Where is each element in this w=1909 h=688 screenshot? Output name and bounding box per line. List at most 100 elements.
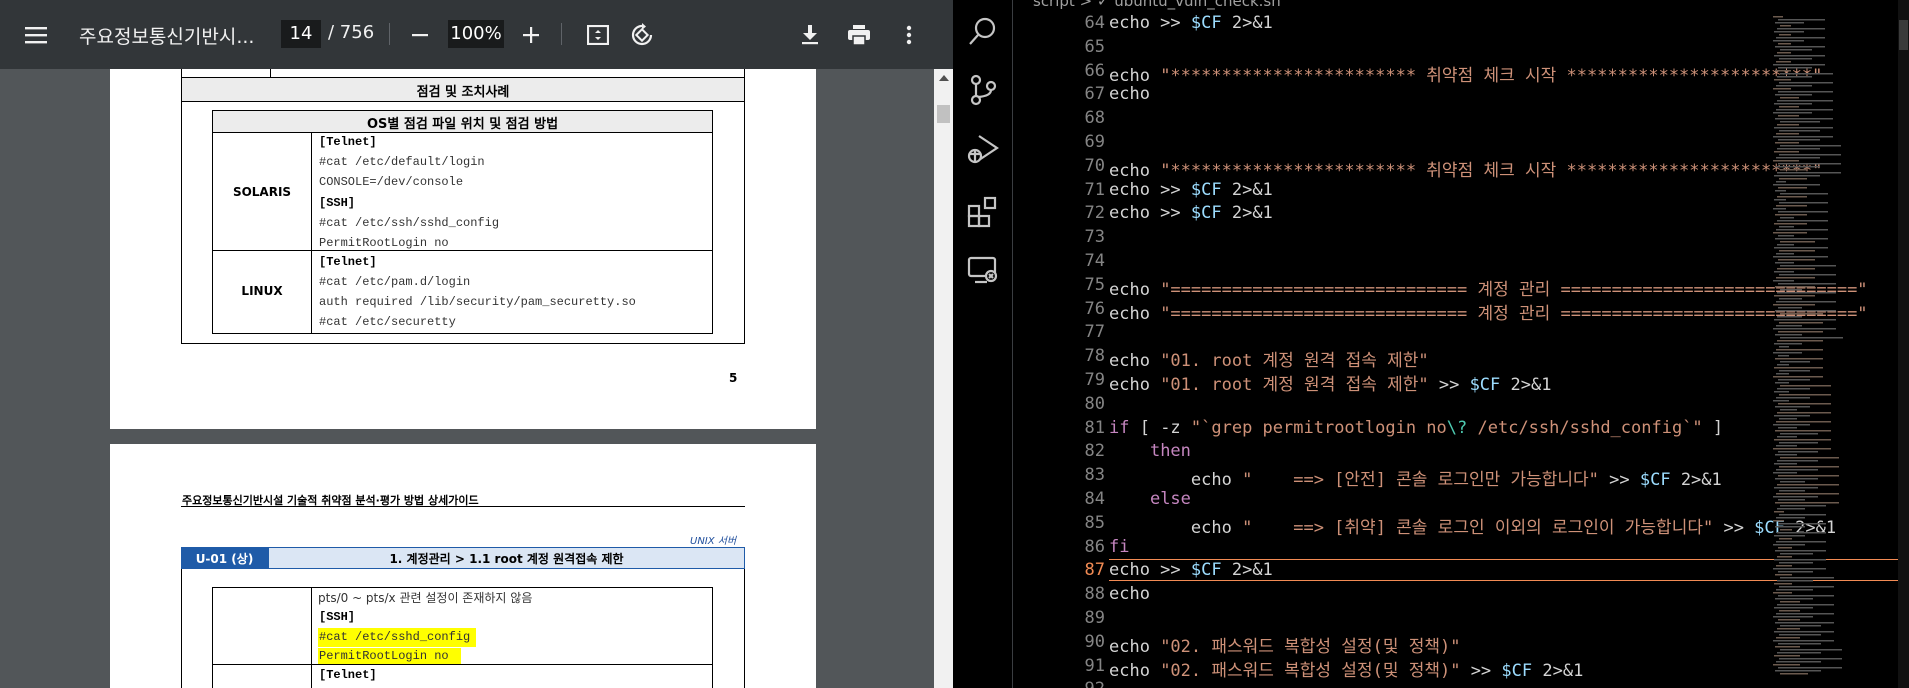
line-number: 88	[1084, 584, 1105, 605]
zoom-input[interactable]: 100%	[448, 20, 504, 48]
minimap-line	[1779, 106, 1799, 108]
scroll-up-icon[interactable]	[939, 75, 949, 81]
minimap-line	[1777, 52, 1791, 54]
code-line[interactable]: else	[1109, 489, 1191, 509]
minimap-line	[1775, 406, 1810, 408]
minimap-line	[1779, 370, 1810, 372]
code-line[interactable]: echo "============================= 계정 관…	[1109, 275, 1868, 300]
minimap-line	[1776, 277, 1815, 279]
code-line[interactable]: echo "============================= 계정 관…	[1109, 299, 1868, 324]
code-line[interactable]: then	[1109, 441, 1191, 461]
minimap-line	[1773, 184, 1820, 186]
download-icon[interactable]	[794, 0, 826, 69]
code-editor[interactable]: script > ✓ ubuntu_vuln_check.sh 64 echo >…	[1013, 0, 1909, 688]
code-line[interactable]: echo "02. 패스워드 복합성 설정(및 정책)"	[1109, 632, 1460, 657]
code-line[interactable]: echo "02. 패스워드 복합성 설정(및 정책)" >> $CF 2>&1	[1109, 656, 1583, 681]
minimap-line	[1779, 298, 1802, 300]
minimap-line	[1773, 88, 1791, 90]
minimap-line	[1780, 433, 1818, 435]
code-line[interactable]: if [ -z "`grep permitrootlogin no\? /etc…	[1109, 418, 1723, 438]
minimap-line	[1779, 562, 1813, 564]
minimap-line	[1778, 235, 1794, 237]
menu-icon[interactable]	[20, 0, 52, 69]
table-title: OS별 점검 파일 위치 및 점검 방법	[366, 117, 559, 132]
editor-scroll-thumb[interactable]	[1899, 20, 1908, 50]
code-line[interactable]: echo >> $CF 2>&1	[1109, 203, 1273, 223]
minimap-line	[1780, 361, 1810, 363]
minimap-line	[1775, 166, 1820, 168]
code-line: auth required /lib/security/pam_securett…	[319, 295, 636, 309]
code-line[interactable]: echo "01. root 계정 원격 접속 제한" >> $CF 2>&1	[1109, 370, 1551, 395]
minimap-line	[1773, 16, 1783, 18]
line-number: 66	[1084, 60, 1105, 81]
extensions-icon[interactable]	[965, 194, 1001, 230]
search-icon[interactable]	[965, 14, 1001, 50]
page-number-input[interactable]: 14	[281, 20, 321, 48]
line-number: 85	[1084, 512, 1105, 533]
code-line[interactable]: echo " ==> [안전] 콘솔 로그인만 가능합니다" >> $CF 2>…	[1109, 465, 1722, 490]
line-number: 91	[1084, 655, 1105, 676]
code-line[interactable]: echo	[1109, 84, 1150, 104]
line-number: 70	[1084, 155, 1105, 176]
minimap-line	[1778, 595, 1834, 597]
minimap-line	[1778, 523, 1826, 525]
minimap-line	[1776, 613, 1834, 615]
minimap-line	[1775, 70, 1791, 72]
rotate-icon[interactable]	[626, 0, 658, 69]
minimap-line	[1776, 517, 1805, 519]
code-line[interactable]: echo "01. root 계정 원격 접속 제한"	[1109, 346, 1429, 371]
code-line[interactable]: echo "************************ 취약점 체크 시작…	[1109, 156, 1822, 181]
minimap-line	[1776, 325, 1802, 327]
minimap-line	[1778, 475, 1839, 477]
minimap-line	[1777, 76, 1812, 78]
minimap-line	[1775, 430, 1831, 432]
minimap-line	[1776, 301, 1836, 303]
remote-explorer-icon[interactable]	[965, 252, 1001, 288]
fit-page-icon[interactable]	[582, 0, 614, 69]
activity-bar	[953, 0, 1013, 688]
code-line[interactable]: echo	[1109, 584, 1150, 604]
minimap-line	[1775, 598, 1813, 600]
code-line[interactable]: fi	[1109, 537, 1129, 557]
code-line[interactable]: echo " ==> [취약] 콘솔 로그인 이외의 로그인이 가능합니다" >…	[1109, 513, 1836, 538]
run-debug-icon[interactable]	[965, 132, 1001, 168]
minimap-line	[1774, 79, 1791, 81]
page-total: / 756	[328, 22, 375, 43]
minimap-line	[1776, 181, 1786, 183]
code-line: [Telnet]	[319, 255, 377, 269]
minimap-line	[1774, 559, 1826, 561]
more-vert-icon[interactable]	[893, 0, 925, 69]
minimap-line	[1778, 139, 1820, 141]
minimap-line	[1780, 481, 1805, 483]
code-line[interactable]: echo >> $CF 2>&1	[1109, 560, 1273, 580]
code-line[interactable]: echo >> $CF 2>&1	[1109, 13, 1273, 33]
minus-icon[interactable]	[404, 0, 436, 69]
code-line[interactable]: echo "************************ 취약점 체크 시작…	[1109, 61, 1822, 86]
minimap-line	[1778, 67, 1812, 69]
line-number: 72	[1084, 203, 1105, 224]
minimap-line	[1773, 328, 1836, 330]
minimap-line	[1780, 169, 1807, 171]
minimap-line	[1780, 385, 1831, 387]
breadcrumb[interactable]: script > ✓ ubuntu_vuln_check.sh	[1033, 0, 1281, 10]
pdf-scroll-thumb[interactable]	[937, 105, 950, 123]
minimap-line	[1780, 553, 1813, 555]
line-number: 89	[1084, 608, 1105, 628]
minimap-line	[1780, 145, 1841, 147]
source-control-icon[interactable]	[965, 72, 1001, 108]
minimap-line	[1779, 274, 1836, 276]
unix-label: UNIX 서버	[690, 536, 737, 547]
minimap-line	[1778, 355, 1789, 357]
minimap-line	[1780, 337, 1843, 339]
minimap[interactable]	[1773, 16, 1843, 688]
minimap-line	[1774, 487, 1818, 489]
editor-scrollbar[interactable]	[1898, 0, 1909, 688]
plus-icon[interactable]	[515, 0, 547, 69]
minimap-line	[1774, 31, 1804, 33]
minimap-line	[1776, 541, 1826, 543]
pdf-scrollbar[interactable]	[934, 69, 953, 688]
minimap-line	[1775, 382, 1789, 384]
minimap-line	[1777, 268, 1815, 270]
code-line[interactable]: echo >> $CF 2>&1	[1109, 180, 1273, 200]
print-icon[interactable]	[843, 0, 875, 69]
